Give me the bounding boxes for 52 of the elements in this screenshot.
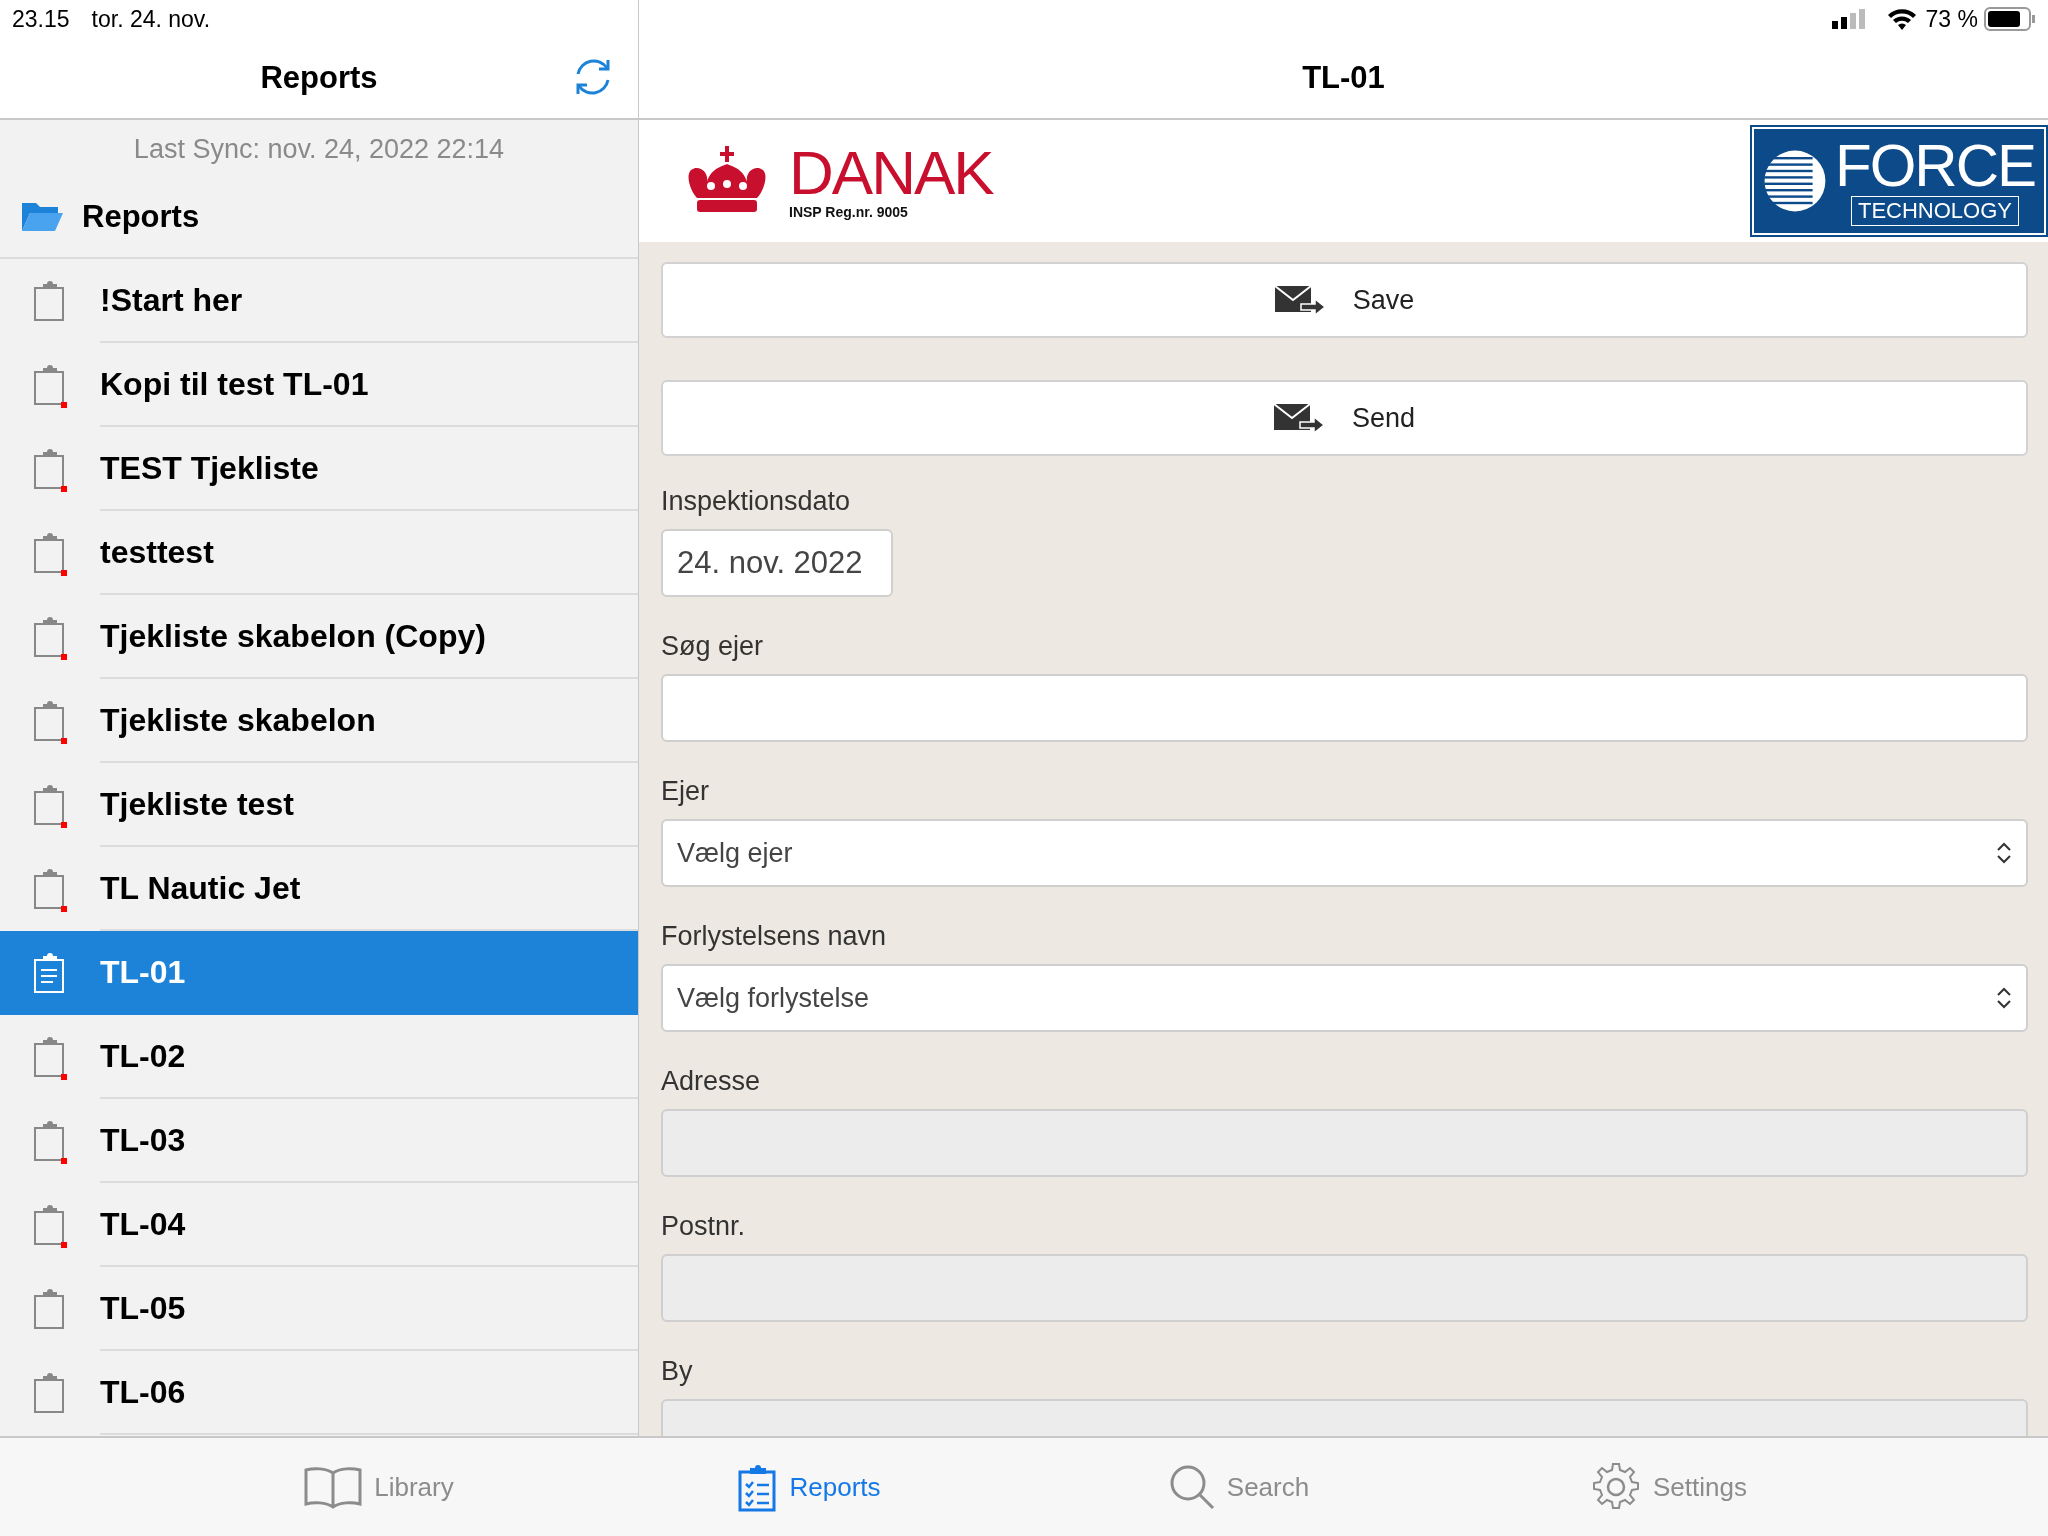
envelope-arrow-icon	[1274, 284, 1325, 316]
sidebar-title: Reports	[260, 60, 378, 96]
battery-icon	[1984, 7, 2036, 31]
report-list-item[interactable]: TL-02	[0, 1015, 638, 1099]
field-label: Ejer	[661, 776, 710, 807]
chevron-updown-icon	[1996, 986, 2012, 1010]
field-label: Adresse	[661, 1066, 762, 1097]
clipboard-checklist-icon	[737, 1462, 778, 1512]
tab-bar-item[interactable]: Reports	[594, 1438, 1024, 1536]
force-logo-text: FORCE	[1835, 136, 2035, 196]
book-icon	[304, 1465, 363, 1509]
report-list-item[interactable]: Kopi til test TL-01	[0, 343, 638, 427]
settings-icon	[1591, 1462, 1641, 1512]
report-list-item[interactable]: TL-01	[0, 931, 638, 1015]
action-button[interactable]: Send	[661, 380, 2028, 456]
report-list-item[interactable]: TL-05	[0, 1267, 638, 1351]
dropdown-field[interactable]: Vælg ejer	[661, 819, 2028, 887]
dropdown-field[interactable]: Vælg forlystelse	[661, 964, 2028, 1032]
chevron-updown-icon	[1996, 841, 2012, 865]
folder-icon	[20, 201, 64, 233]
registration-number: INSP Reg.nr. 9005	[789, 204, 909, 220]
battery-percent: 73 %	[1925, 5, 1978, 33]
tab-label: Library	[374, 1471, 454, 1503]
tab-label: Settings	[1653, 1471, 1747, 1503]
detail-title: TL-01	[1302, 60, 1385, 96]
wifi-icon	[1887, 8, 1916, 30]
date-field[interactable]: 24. nov. 2022	[661, 529, 893, 597]
field-label: Inspektionsdato	[661, 486, 852, 517]
status-date: tor. 24. nov.	[91, 5, 211, 33]
envelope-arrow-icon	[1273, 402, 1324, 434]
status-time: 23.15	[12, 5, 70, 33]
danak-logo-text: DANAK	[789, 142, 993, 204]
search-icon	[1168, 1464, 1215, 1510]
field-label: Postnr.	[661, 1211, 747, 1242]
report-list-item[interactable]: Tjekliste skabelon	[0, 679, 638, 763]
signal-icon	[1831, 9, 1866, 29]
report-list-item[interactable]: !Start her	[0, 259, 638, 343]
field-label: Forlystelsens navn	[661, 921, 888, 952]
report-list-item[interactable]: TEST Tjekliste	[0, 427, 638, 511]
report-list-item[interactable]: testtest	[0, 511, 638, 595]
report-list-item[interactable]: Tjekliste skabelon (Copy)	[0, 595, 638, 679]
report-list-item[interactable]: TL-03	[0, 1099, 638, 1183]
technology-text: TECHNOLOGY	[1851, 196, 2019, 226]
report-list-item[interactable]: Tjekliste test	[0, 763, 638, 847]
folder-label: Reports	[82, 199, 200, 235]
report-list-item[interactable]: TL-04	[0, 1183, 638, 1267]
tab-label: Search	[1226, 1471, 1310, 1503]
last-sync-text: Last Sync: nov. 24, 2022 22:14	[132, 133, 506, 166]
field-label: Søg ejer	[661, 631, 765, 662]
tab-label: Reports	[789, 1471, 881, 1503]
field-label: By	[661, 1356, 694, 1387]
action-button[interactable]: Save	[661, 262, 2028, 338]
